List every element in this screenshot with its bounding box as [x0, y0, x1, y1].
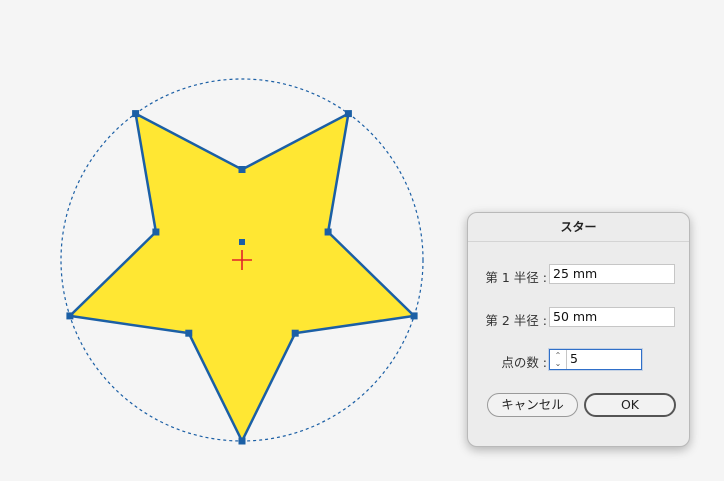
ok-button[interactable]: OK: [584, 393, 676, 417]
points-input[interactable]: 5: [570, 351, 578, 367]
radius1-input[interactable]: 25 mm: [549, 264, 675, 284]
radius2-input[interactable]: 50 mm: [549, 307, 675, 327]
star-shape[interactable]: [67, 111, 417, 444]
anchor-point[interactable]: [410, 312, 418, 320]
anchor-point[interactable]: [152, 228, 160, 236]
points-stepper[interactable]: ⌃ ⌄ 5: [549, 349, 642, 370]
anchor-point[interactable]: [344, 110, 352, 118]
radius1-label: 第 1 半径 :: [485, 270, 547, 285]
center-anchor-point[interactable]: [239, 239, 245, 245]
radius2-label: 第 2 半径 :: [485, 313, 547, 328]
anchor-point[interactable]: [238, 166, 246, 173]
points-label: 点の数 :: [501, 355, 547, 370]
dialog-title: スター: [468, 213, 689, 242]
points-row: 点の数 : ⌃ ⌄ 5: [468, 349, 689, 371]
anchor-point[interactable]: [238, 437, 246, 445]
anchor-point[interactable]: [324, 228, 332, 236]
anchor-point[interactable]: [291, 329, 299, 337]
star-dialog: スター 第 1 半径 : 25 mm 第 2 半径 : 50 mm 点の数 : …: [467, 212, 690, 447]
anchor-point[interactable]: [132, 110, 140, 118]
anchor-point[interactable]: [185, 329, 193, 337]
anchor-point[interactable]: [66, 312, 74, 320]
radius1-row: 第 1 半径 : 25 mm: [468, 264, 689, 286]
stepper-down-icon[interactable]: ⌄: [550, 359, 566, 368]
cancel-button[interactable]: キャンセル: [487, 393, 578, 417]
radius2-row: 第 2 半径 : 50 mm: [468, 307, 689, 329]
stepper-arrows: ⌃ ⌄: [550, 350, 567, 369]
